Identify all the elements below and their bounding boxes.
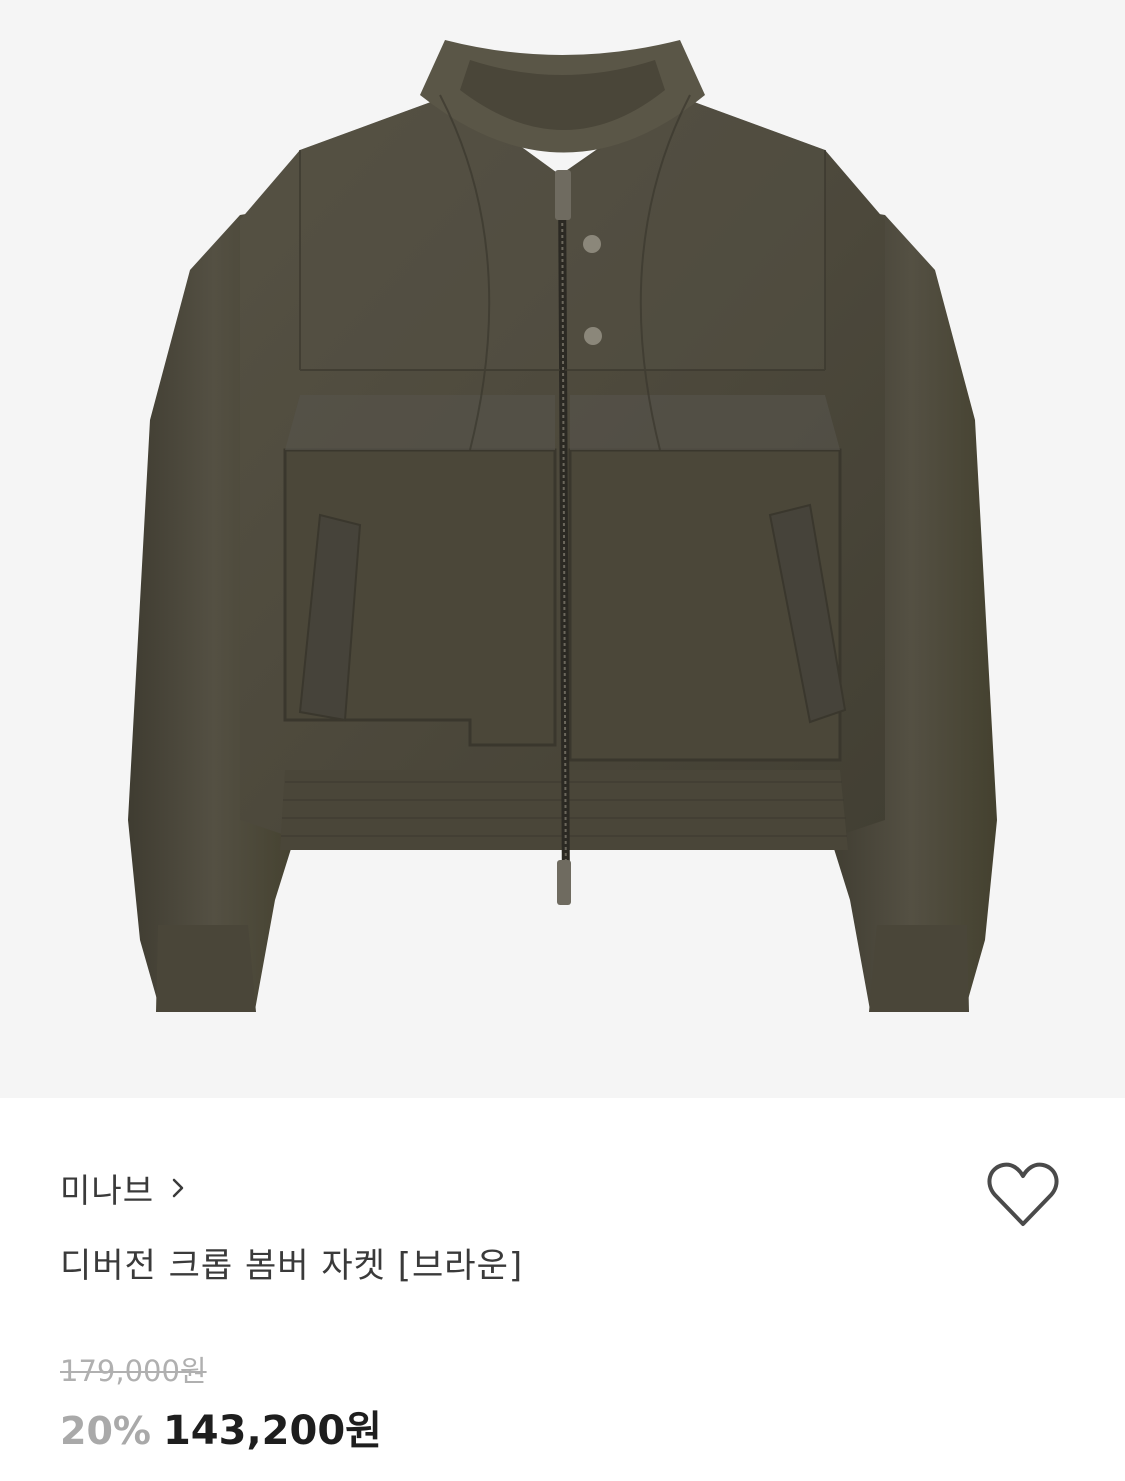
original-price: 179,000원	[60, 1354, 207, 1388]
discount-rate: 20%	[60, 1409, 151, 1453]
brand-link[interactable]: 미나브	[60, 1166, 186, 1210]
sale-price: 143,200원	[162, 1408, 382, 1454]
product-image[interactable]	[0, 0, 1125, 1098]
heart-outline-icon	[987, 1162, 1059, 1226]
product-info: 미나브 디버전 크롭 봄버 자켓 [브라운] 179,000원 20% 143,…	[0, 1098, 1125, 1481]
product-title: 디버전 크롭 봄버 자켓 [브라운]	[60, 1246, 524, 1286]
brand-name: 미나브	[60, 1171, 155, 1210]
wishlist-button[interactable]	[985, 1158, 1061, 1230]
jacket-illustration	[128, 40, 997, 1012]
price-row: 20% 143,200원	[60, 1398, 382, 1456]
chevron-right-icon	[170, 1177, 186, 1199]
